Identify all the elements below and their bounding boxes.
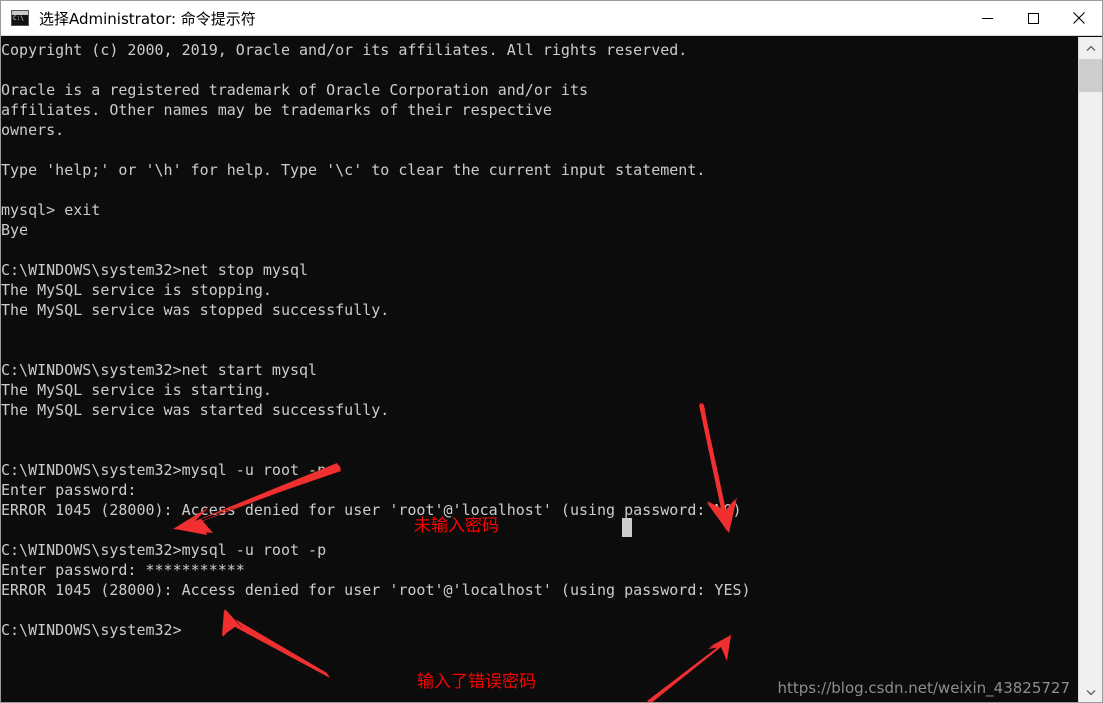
scroll-up-arrow-icon[interactable] <box>1079 37 1102 59</box>
console-text: Copyright (c) 2000, 2019, Oracle and/or … <box>1 41 751 639</box>
scrollbar-thumb[interactable] <box>1079 59 1102 92</box>
command-prompt-window: 选择Administrator: 命令提示符 Copyright (c <box>0 0 1103 703</box>
cmd-icon <box>11 10 29 26</box>
arrow-to-using-password-yes-icon <box>647 635 731 702</box>
title-bar[interactable]: 选择Administrator: 命令提示符 <box>1 1 1102 36</box>
watermark-url: https://blog.csdn.net/weixin_43825727 <box>777 679 1070 697</box>
text-cursor <box>622 518 632 537</box>
terminal-output-area[interactable]: Copyright (c) 2000, 2019, Oracle and/or … <box>1 37 1078 702</box>
minimize-button[interactable] <box>964 1 1010 35</box>
window-title: 选择Administrator: 命令提示符 <box>39 9 256 28</box>
vertical-scrollbar[interactable] <box>1078 37 1102 702</box>
close-button[interactable] <box>1056 1 1102 35</box>
scroll-down-arrow-icon[interactable] <box>1079 681 1102 702</box>
scrollbar-track[interactable] <box>1079 92 1102 681</box>
annotation-wrong-password: 输入了错误密码 <box>417 672 536 692</box>
maximize-button[interactable] <box>1010 1 1056 35</box>
annotation-no-password: 未输入密码 <box>414 516 499 536</box>
window-controls <box>964 1 1102 35</box>
